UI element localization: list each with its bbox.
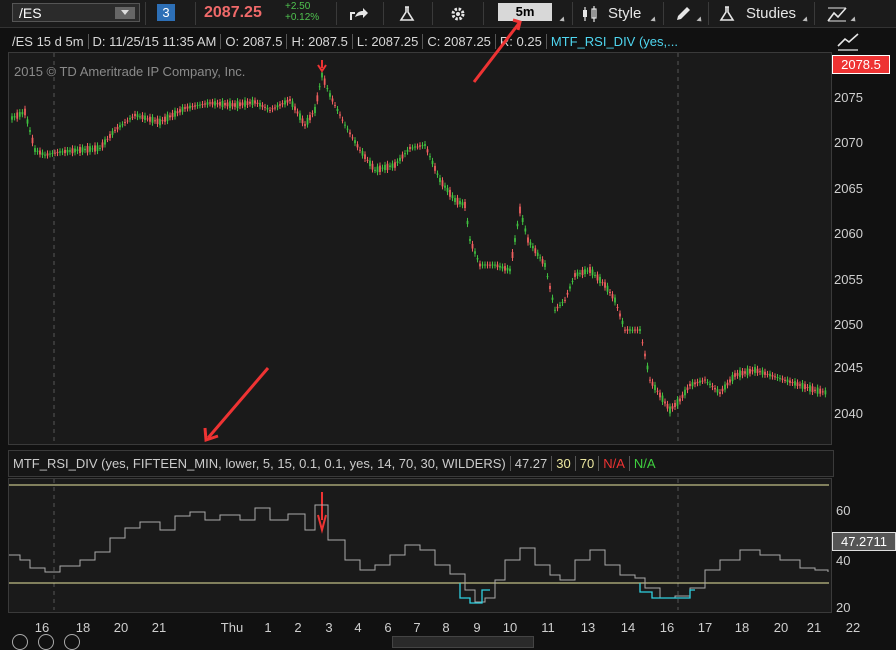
link-group-badge[interactable]: 3 — [157, 4, 175, 21]
bar-low: L: 2087.25 — [353, 33, 424, 49]
timeframe-selector[interactable]: 5m — [498, 3, 552, 21]
price-axis-label: 2065 — [834, 181, 863, 196]
price-chart-pane[interactable] — [8, 52, 832, 445]
divider — [708, 2, 709, 25]
rsi-axis-label: 60 — [836, 503, 850, 518]
reset-zoom-icon[interactable] — [64, 634, 80, 650]
flask-icon[interactable] — [392, 0, 422, 27]
divider — [383, 2, 384, 25]
candlestick-icon — [583, 5, 597, 22]
study-level-70: 70 — [576, 456, 600, 471]
time-axis-label: 2 — [294, 620, 301, 635]
divider — [663, 2, 664, 25]
price-axis-label: 2060 — [834, 226, 863, 241]
price-axis-label: 2070 — [834, 135, 863, 150]
time-axis-label: 16 — [660, 620, 674, 635]
time-axis-label: 1 — [264, 620, 271, 635]
studies-label: Studies — [746, 5, 797, 22]
time-axis-label: 13 — [581, 620, 595, 635]
rsi-value-tag: 47.2711 — [832, 532, 896, 551]
study-na-green: N/A — [633, 456, 656, 471]
chart-info-bar: /ES 15 d 5m D: 11/25/15 11:35 AM O: 2087… — [8, 31, 832, 51]
net-change: +2.50 — [285, 1, 311, 12]
gear-icon[interactable] — [443, 0, 473, 27]
rsi-pane[interactable] — [8, 478, 832, 613]
study-level-30: 30 — [552, 456, 576, 471]
time-axis-label: 8 — [442, 620, 449, 635]
time-axis-label: 6 — [384, 620, 391, 635]
chevron-down-icon[interactable] — [115, 7, 135, 19]
chevron-down-icon[interactable] — [650, 16, 658, 24]
time-axis-label: 10 — [503, 620, 517, 635]
divider — [432, 2, 433, 25]
chart-title: /ES 15 d 5m — [8, 33, 89, 49]
studies-menu[interactable]: Studies — [718, 0, 804, 27]
study-na-red: N/A — [599, 456, 630, 471]
zoom-out-icon[interactable] — [12, 634, 28, 650]
bar-close: C: 2087.25 — [423, 33, 496, 49]
pencil-icon[interactable] — [668, 0, 698, 27]
time-axis-label: 21 — [152, 620, 166, 635]
toolbar: /ES 3 2087.25 +2.50 +0.12% 5m Style Stud… — [0, 0, 896, 28]
zoom-in-icon[interactable] — [38, 634, 54, 650]
studies-flask-icon — [719, 5, 735, 21]
time-axis-label: 16 — [35, 620, 49, 635]
bar-high: H: 2087.5 — [287, 33, 353, 49]
price-change: +2.50 +0.12% — [285, 1, 319, 23]
price-axis-label: 2055 — [834, 272, 863, 287]
time-axis-label: Thu — [221, 620, 243, 635]
time-axis-label: 21 — [807, 620, 821, 635]
divider — [572, 2, 573, 25]
share-icon[interactable] — [344, 0, 374, 27]
last-price: 2087.25 — [204, 4, 262, 21]
time-axis-label: 3 — [325, 620, 332, 635]
price-axis-label: 2040 — [834, 406, 863, 421]
study-value: 47.27 — [511, 456, 553, 471]
style-label: Style — [608, 5, 642, 22]
time-axis-label: 17 — [698, 620, 712, 635]
time-axis-label: 20 — [774, 620, 788, 635]
time-axis-label: 14 — [621, 620, 635, 635]
divider — [483, 2, 484, 25]
symbol-selector[interactable]: /ES — [12, 3, 140, 22]
bar-open: O: 2087.5 — [221, 33, 288, 49]
bar-date: D: 11/25/15 11:35 AM — [89, 33, 222, 49]
time-axis-label: 4 — [354, 620, 361, 635]
study-full-label[interactable]: MTF_RSI_DIV (yes, FIFTEEN_MIN, lower, 5,… — [9, 456, 511, 471]
study-label[interactable]: MTF_RSI_DIV (yes,... — [547, 34, 682, 49]
drawing-tools-icon[interactable] — [822, 0, 852, 27]
time-axis-label: 22 — [846, 620, 860, 635]
current-price-tag: 2078.5 — [832, 55, 890, 74]
divider — [145, 2, 146, 25]
price-axis-label: 2075 — [834, 90, 863, 105]
divider — [195, 2, 196, 25]
study-header: MTF_RSI_DIV (yes, FIFTEEN_MIN, lower, 5,… — [8, 450, 834, 477]
chevron-down-icon[interactable] — [559, 16, 567, 24]
bar-range: R: 0.25 — [496, 33, 547, 49]
divider — [336, 2, 337, 25]
price-axis-label: 2045 — [834, 360, 863, 375]
style-menu[interactable]: Style — [580, 0, 650, 27]
time-axis-label: 7 — [413, 620, 420, 635]
rsi-axis-label: 40 — [836, 553, 850, 568]
copyright-watermark: 2015 © TD Ameritrade IP Company, Inc. — [14, 64, 246, 79]
rsi-axis-label: 20 — [836, 600, 850, 615]
time-axis-label: 9 — [473, 620, 480, 635]
price-axis-label: 2050 — [834, 317, 863, 332]
time-axis-label: 18 — [735, 620, 749, 635]
time-axis-label: 11 — [541, 620, 555, 635]
symbol-text: /ES — [19, 4, 42, 21]
horizontal-scrollbar[interactable] — [392, 636, 534, 648]
divider — [814, 2, 815, 25]
time-axis-label: 18 — [76, 620, 90, 635]
drawing-tools-icon[interactable] — [836, 32, 860, 55]
pct-change: +0.12% — [285, 12, 320, 23]
time-axis-label: 20 — [114, 620, 128, 635]
